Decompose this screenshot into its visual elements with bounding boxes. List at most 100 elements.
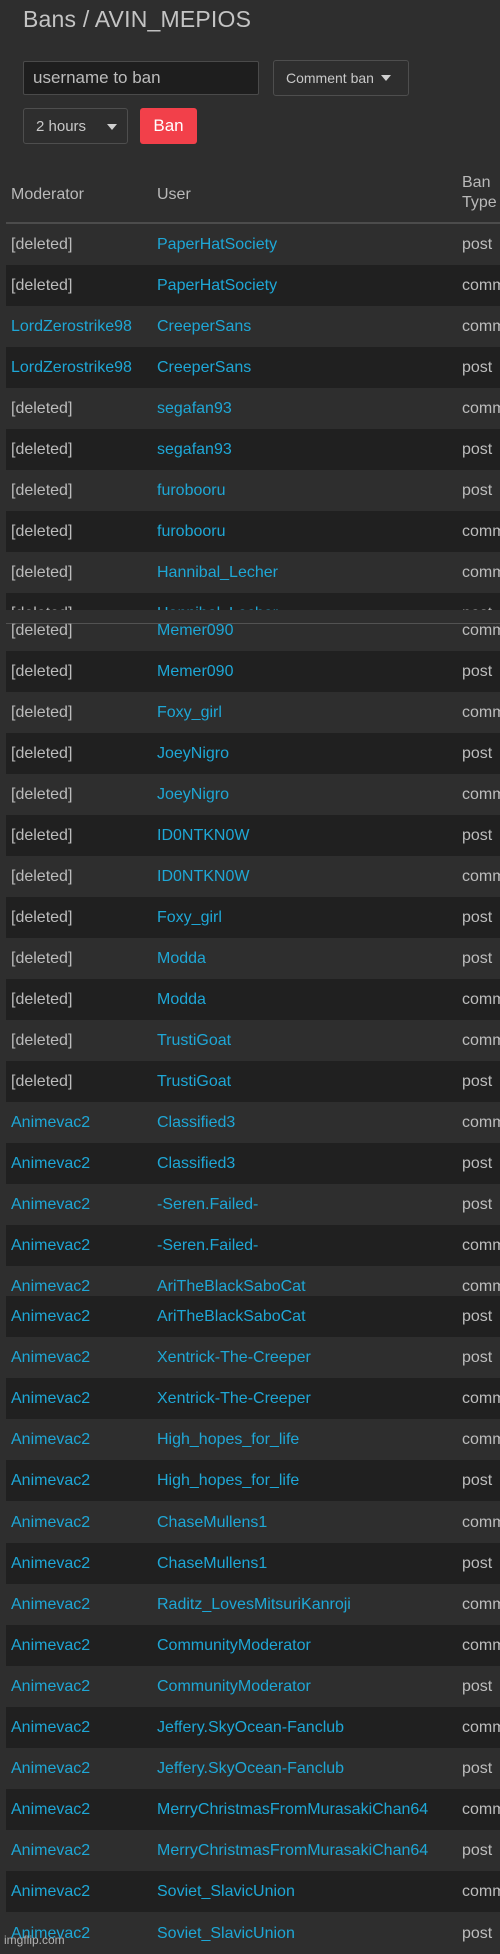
user-link[interactable]: Classified3 <box>157 1102 235 1143</box>
ban-type-cell: comm <box>462 564 500 581</box>
user-link[interactable]: ChaseMullens1 <box>157 1502 267 1543</box>
user-link[interactable]: JoeyNigro <box>157 733 229 774</box>
user-link[interactable]: MerryChristmasFromMurasakiChan64 <box>157 1830 428 1871</box>
user-link[interactable]: MerryChristmasFromMurasakiChan64 <box>157 1789 428 1830</box>
moderator-cell[interactable]: Animevac2 <box>11 1225 90 1266</box>
moderator-cell[interactable]: Animevac2 <box>11 1143 90 1184</box>
moderator-cell[interactable]: Animevac2 <box>11 1543 90 1584</box>
user-link[interactable]: Modda <box>157 938 206 979</box>
table-row: [deleted] Hannibal_Lecher comm <box>6 552 500 593</box>
moderator-cell[interactable]: Animevac2 <box>11 1460 90 1501</box>
ban-type-cell: post <box>462 1308 493 1325</box>
moderator-cell[interactable]: Animevac2 <box>11 1102 90 1143</box>
ban-type-cell: post <box>462 1842 493 1860</box>
user-link[interactable]: CommunityModerator <box>157 1625 311 1666</box>
moderator-cell[interactable]: Animevac2 <box>11 1830 90 1871</box>
ban-type-select[interactable]: Comment ban <box>273 60 409 96</box>
ban-type-cell: comm <box>462 704 500 721</box>
moderator-cell[interactable]: Animevac2 <box>11 1419 90 1460</box>
column-header-moderator: Moderator <box>11 186 84 203</box>
table-row: Animevac2 AriTheBlackSaboCat post <box>6 1296 500 1337</box>
user-link[interactable]: JoeyNigro <box>157 774 229 815</box>
user-link[interactable]: -Seren.Failed- <box>157 1225 258 1266</box>
moderator-cell: [deleted] <box>11 622 73 639</box>
user-link[interactable]: Memer090 <box>157 610 233 651</box>
table-row: [deleted] Foxy_girl post <box>6 897 500 938</box>
user-link[interactable]: Foxy_girl <box>157 897 222 938</box>
user-link[interactable]: CreeperSans <box>157 306 251 347</box>
ban-type-cell: post <box>462 1155 493 1172</box>
ban-type-cell: post <box>462 1760 493 1778</box>
user-link[interactable]: ID0NTKN0W <box>157 815 249 856</box>
moderator-cell[interactable]: Animevac2 <box>11 1666 90 1707</box>
user-link[interactable]: Raditz_LovesMitsuriKanroji <box>157 1584 351 1625</box>
table-row: [deleted] Memer090 comm <box>6 610 500 651</box>
user-link[interactable]: Jeffery.SkyOcean-Fanclub <box>157 1707 344 1748</box>
user-link[interactable]: Soviet_SlavicUnion <box>157 1871 295 1912</box>
user-link[interactable]: CreeperSans <box>157 347 251 388</box>
moderator-cell: [deleted] <box>11 482 73 499</box>
table-row: Animevac2 Soviet_SlavicUnion comm <box>6 1871 500 1913</box>
user-link[interactable]: Classified3 <box>157 1143 235 1184</box>
user-link[interactable]: PaperHatSociety <box>157 224 277 265</box>
moderator-cell[interactable]: Animevac2 <box>11 1378 90 1419</box>
user-link[interactable]: CommunityModerator <box>157 1666 311 1707</box>
user-link[interactable]: High_hopes_for_life <box>157 1419 299 1460</box>
user-link[interactable]: ChaseMullens1 <box>157 1543 267 1584</box>
user-link[interactable]: Soviet_SlavicUnion <box>157 1913 295 1954</box>
user-link[interactable]: Xentrick-The-Creeper <box>157 1378 311 1419</box>
table-row: [deleted] Memer090 post <box>6 651 500 692</box>
user-link[interactable]: High_hopes_for_life <box>157 1460 299 1501</box>
user-link[interactable]: TrustiGoat <box>157 1061 231 1102</box>
table-row: [deleted] furobooru post <box>6 470 500 511</box>
table-row: [deleted] TrustiGoat comm <box>6 1020 500 1061</box>
user-link[interactable]: PaperHatSociety <box>157 265 277 306</box>
ban-type-selected-label: Comment ban <box>286 70 374 86</box>
table-row: [deleted] ID0NTKN0W post <box>6 815 500 856</box>
table-row: Animevac2 CommunityModerator comm <box>6 1624 500 1666</box>
username-input[interactable] <box>23 61 259 95</box>
moderator-cell[interactable]: LordZerostrike98 <box>11 306 132 347</box>
ban-button[interactable]: Ban <box>140 108 197 144</box>
moderator-cell[interactable]: Animevac2 <box>11 1625 90 1666</box>
user-link[interactable]: -Seren.Failed- <box>157 1184 258 1225</box>
moderator-cell[interactable]: Animevac2 <box>11 1748 90 1789</box>
moderator-cell[interactable]: Animevac2 <box>11 1296 90 1337</box>
user-link[interactable]: Memer090 <box>157 651 233 692</box>
ban-type-cell: post <box>462 950 493 967</box>
page-title: Bans / AVIN_MEPIOS <box>23 6 252 32</box>
moderator-cell[interactable]: Animevac2 <box>11 1871 90 1912</box>
user-link[interactable]: segafan93 <box>157 388 232 429</box>
moderator-cell: [deleted] <box>11 786 73 803</box>
user-link[interactable]: Jeffery.SkyOcean-Fanclub <box>157 1748 344 1789</box>
moderator-cell: [deleted] <box>11 277 73 294</box>
user-link[interactable]: ID0NTKN0W <box>157 856 249 897</box>
user-link[interactable]: TrustiGoat <box>157 1020 231 1061</box>
user-link[interactable]: Foxy_girl <box>157 692 222 733</box>
user-link[interactable]: segafan93 <box>157 429 232 470</box>
moderator-cell[interactable]: Animevac2 <box>11 1707 90 1748</box>
user-link[interactable]: furobooru <box>157 511 226 552</box>
duration-select[interactable]: 2 hours <box>23 108 128 144</box>
ban-type-cell: comm <box>462 1032 500 1049</box>
user-link[interactable]: Xentrick-The-Creeper <box>157 1337 311 1378</box>
user-link[interactable]: furobooru <box>157 470 226 511</box>
user-link[interactable]: Modda <box>157 979 206 1020</box>
moderator-cell[interactable]: Animevac2 <box>11 1584 90 1625</box>
moderator-cell[interactable]: LordZerostrike98 <box>11 347 132 388</box>
moderator-cell[interactable]: Animevac2 <box>11 1789 90 1830</box>
ban-type-cell: comm <box>462 1801 500 1819</box>
moderator-cell[interactable]: Animevac2 <box>11 1337 90 1378</box>
user-link[interactable]: AriTheBlackSaboCat <box>157 1296 306 1337</box>
moderator-cell: [deleted] <box>11 663 73 680</box>
table-row: [deleted] ID0NTKN0W comm <box>6 856 500 897</box>
ban-type-cell: post <box>462 1196 493 1213</box>
moderator-cell[interactable]: Animevac2 <box>11 1502 90 1543</box>
table-row: Animevac2 Xentrick-The-Creeper post <box>6 1337 500 1379</box>
table-row: Animevac2 Classified3 post <box>6 1143 500 1184</box>
moderator-cell: [deleted] <box>11 1032 73 1049</box>
table-row: [deleted] TrustiGoat post <box>6 1061 500 1102</box>
table-row: Animevac2 ChaseMullens1 comm <box>6 1501 500 1543</box>
moderator-cell[interactable]: Animevac2 <box>11 1184 90 1225</box>
user-link[interactable]: Hannibal_Lecher <box>157 552 278 593</box>
